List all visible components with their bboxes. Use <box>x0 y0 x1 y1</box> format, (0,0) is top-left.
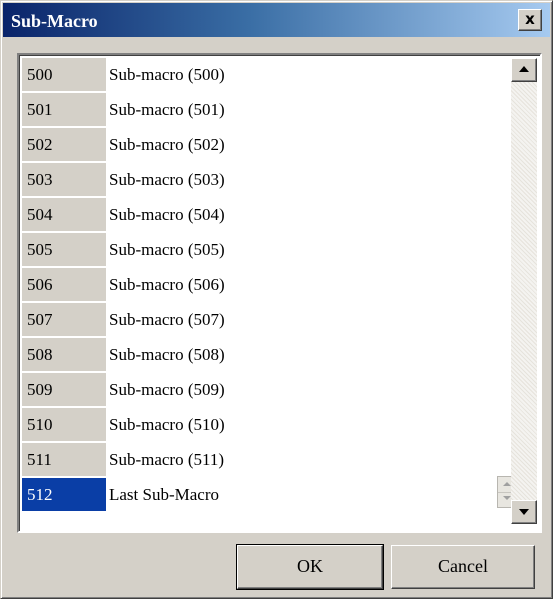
list-item-name: Sub-macro (500) <box>109 65 225 84</box>
scroll-down-arrow-icon <box>519 509 529 515</box>
list-item[interactable]: 504 Sub-macro (504) <box>22 198 506 233</box>
list-item-id: 507 <box>22 303 106 338</box>
list-item-name: Sub-macro (511) <box>109 450 225 469</box>
list-item-id: 512 <box>22 478 106 513</box>
list-item-name: Sub-macro (507) <box>109 310 225 329</box>
scroll-up-button[interactable] <box>511 58 537 82</box>
list-item-name: Sub-macro (502) <box>109 135 225 154</box>
vertical-scrollbar[interactable] <box>511 58 537 524</box>
list-item[interactable]: 503 Sub-macro (503) <box>22 163 506 198</box>
list-item-id: 510 <box>22 408 106 443</box>
cancel-button[interactable]: Cancel <box>391 545 535 589</box>
list-item-name: Sub-macro (505) <box>109 240 225 259</box>
list-item-name: Sub-macro (504) <box>109 205 225 224</box>
ok-button[interactable]: OK <box>237 545 383 589</box>
list-item-id: 505 <box>22 233 106 268</box>
sub-macro-list[interactable]: 500 Sub-macro (500) 501 Sub-macro (501) 502 S… <box>17 53 542 533</box>
sub-macro-dialog: Sub-Macro x 500 Sub-macro (500) 501 Sub-mac… <box>0 0 553 599</box>
list-item[interactable]: 512 Last Sub-Macro <box>22 478 506 513</box>
scroll-up-arrow-icon <box>519 66 529 72</box>
close-button[interactable]: x <box>518 9 542 31</box>
list-item[interactable]: 510 Sub-macro (510) <box>22 408 506 443</box>
list-item[interactable]: 509 Sub-macro (509) <box>22 373 506 408</box>
list-item-name: Sub-macro (501) <box>109 100 225 119</box>
list-rows: 500 Sub-macro (500) 501 Sub-macro (501) 502 S… <box>22 58 506 513</box>
title-bar[interactable]: Sub-Macro x <box>3 3 550 37</box>
list-item-name: Sub-macro (509) <box>109 380 225 399</box>
list-item[interactable]: 507 Sub-macro (507) <box>22 303 506 338</box>
list-item-name: Sub-macro (510) <box>109 415 225 434</box>
list-item-name: Sub-macro (506) <box>109 275 225 294</box>
list-item-name: Sub-macro (508) <box>109 345 225 364</box>
list-item-id: 500 <box>22 58 106 93</box>
list-item-name: Last Sub-Macro <box>109 485 220 504</box>
list-item[interactable]: 505 Sub-macro (505) <box>22 233 506 268</box>
list-item[interactable]: 501 Sub-macro (501) <box>22 93 506 128</box>
spin-up-icon <box>503 482 511 486</box>
list-item-id: 502 <box>22 128 106 163</box>
list-item-id: 508 <box>22 338 106 373</box>
list-item[interactable]: 500 Sub-macro (500) <box>22 58 506 93</box>
list-item-id: 503 <box>22 163 106 198</box>
window-title: Sub-Macro <box>11 11 98 31</box>
list-item-id: 501 <box>22 93 106 128</box>
list-item-id: 511 <box>22 443 106 478</box>
list-item[interactable]: 508 Sub-macro (508) <box>22 338 506 373</box>
scroll-down-button[interactable] <box>511 500 537 524</box>
list-item-id: 504 <box>22 198 106 233</box>
list-item-name: Sub-macro (503) <box>109 170 225 189</box>
list-item[interactable]: 506 Sub-macro (506) <box>22 268 506 303</box>
close-icon: x <box>525 10 535 28</box>
list-item-id: 506 <box>22 268 106 303</box>
list-item[interactable]: 502 Sub-macro (502) <box>22 128 506 163</box>
list-item[interactable]: 511 Sub-macro (511) <box>22 443 506 478</box>
spin-down-icon <box>503 496 511 500</box>
list-item-id: 509 <box>22 373 106 408</box>
